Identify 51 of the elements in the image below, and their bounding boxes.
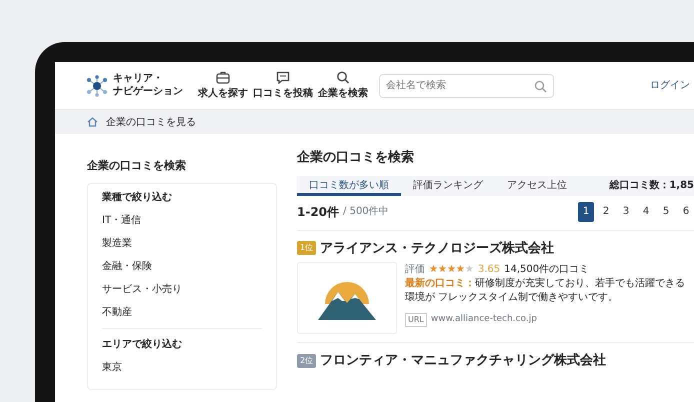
filter-heading: エリアで絞り込む	[102, 337, 183, 352]
nav-link[interactable]: 企業を検索	[318, 88, 368, 100]
login-link[interactable]: ログイン	[650, 78, 690, 93]
page-link[interactable]: 3	[618, 202, 634, 222]
company-name[interactable]: フロンティア・マニュファクチャリング株式会社	[320, 351, 606, 370]
page-link[interactable]: 6	[678, 202, 694, 222]
rank-badge: 2位	[297, 354, 316, 368]
star-icon: ★	[438, 262, 447, 277]
sort-tab[interactable]: 評価ランキング	[401, 176, 495, 196]
page-link[interactable]: 4	[638, 202, 654, 222]
filter-link[interactable]: 東京	[102, 360, 262, 374]
search-icon[interactable]	[534, 80, 547, 92]
page-link[interactable]: 2	[598, 202, 614, 222]
page-title: 企業の口コミを検索	[297, 148, 415, 167]
total-review-count: 総口コミ数：1,85	[609, 178, 694, 192]
briefcase-icon	[216, 71, 230, 84]
home-icon[interactable]	[87, 117, 98, 127]
nav-link[interactable]: 求人を探す	[198, 88, 248, 100]
page-link[interactable]: 1	[578, 202, 594, 222]
search-icon	[336, 71, 350, 84]
filter-link[interactable]: サービス・小売り	[102, 282, 262, 296]
star-icon: ★	[464, 262, 474, 277]
network-logo-icon	[85, 74, 109, 98]
rating-label: 評価	[405, 262, 425, 277]
filter-link[interactable]: 不動産	[102, 304, 262, 320]
filter-heading: 業種で絞り込む	[102, 190, 173, 204]
url-tag: URL	[405, 313, 427, 327]
sort-tab[interactable]: 口コミ数が多い順	[297, 176, 401, 196]
breadcrumb-link[interactable]: 企業の口コミを見る	[106, 114, 196, 130]
result-total: / 500件中	[343, 204, 389, 219]
rank-badge: 1位	[297, 241, 316, 256]
logo-text: キャリア・	[113, 73, 164, 86]
filter-link[interactable]: IT・通信	[102, 212, 262, 228]
page-link[interactable]: 5	[658, 202, 674, 222]
result-range: 1-20件	[297, 204, 340, 220]
filter-link[interactable]: 金融・保険	[102, 258, 262, 274]
comment-icon	[276, 71, 290, 84]
filter-link[interactable]: 製造業	[102, 236, 262, 250]
review-count: 14,500件の口コミ	[504, 263, 590, 277]
search-field[interactable]: 会社名で検索	[379, 74, 554, 98]
rating-score: 3.65	[478, 263, 500, 277]
sort-tab[interactable]: アクセス上位	[495, 176, 579, 196]
logo-text: ナビゲーション	[113, 86, 183, 98]
company-name[interactable]: アライアンス・テクノロジーズ株式会社	[320, 238, 554, 258]
star-icon: ★	[446, 262, 456, 277]
latest-review: 最新の口コミ：研修制度が充実しており、若手でも活躍できる環境が フレックスタイム制で働きやすいです。	[405, 277, 686, 305]
sidebar-title: 企業の口コミを検索	[87, 158, 187, 174]
company-url[interactable]: www.alliance-tech.co.jp	[430, 313, 537, 327]
star-icon: ★	[429, 262, 438, 277]
star-icon: ★	[456, 262, 465, 277]
nav-link[interactable]: 口コミを投稿	[253, 88, 313, 100]
